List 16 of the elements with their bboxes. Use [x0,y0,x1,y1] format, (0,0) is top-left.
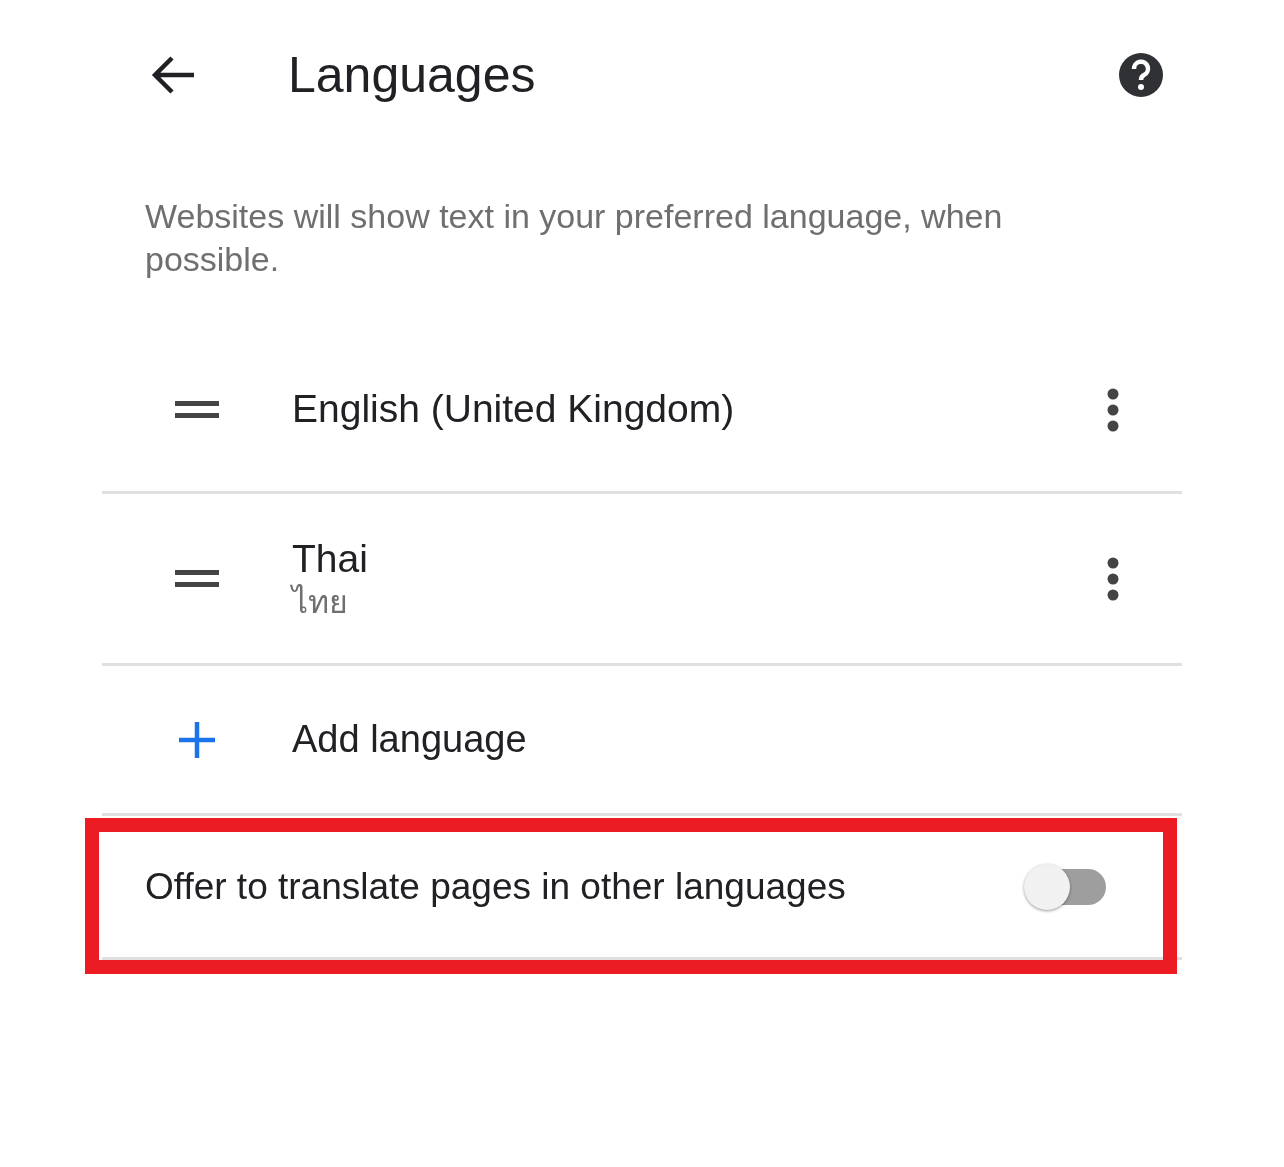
more-options-button[interactable] [1106,556,1120,601]
native-language-name: ไทย [292,582,349,622]
more-options-button[interactable] [1106,387,1120,432]
back-icon[interactable] [150,55,196,95]
description-text: Websites will show text in your preferred language, when possible. [145,196,1004,280]
setting-label: Offer to translate pages in other languages [145,864,847,909]
drag-handle-icon[interactable] [175,569,219,588]
add-language-button[interactable]: Add language [292,711,527,768]
help-icon[interactable] [1118,52,1164,98]
plus-icon[interactable] [177,719,217,760]
language-name: Thai [292,535,369,582]
language-name: English (United Kingdom) [292,386,736,433]
drag-handle-icon[interactable] [175,400,219,419]
more-vertical-icon [1106,387,1120,432]
page-title: Languages [288,45,537,105]
more-vertical-icon [1106,556,1120,601]
